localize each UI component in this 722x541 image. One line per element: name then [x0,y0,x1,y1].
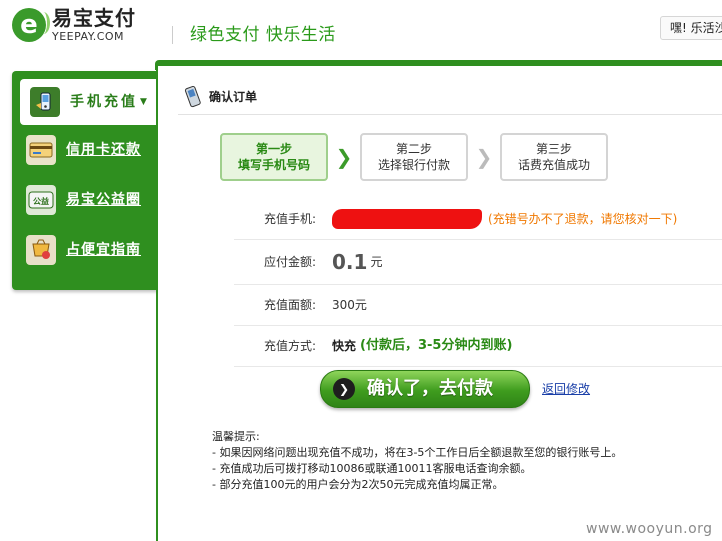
svg-text:公益: 公益 [33,196,49,206]
sidebar-item-guide[interactable]: 占便宜指南 [12,227,158,273]
slogan: 绿色支付 快乐生活 [190,25,336,45]
amount-row: 应付金额: 0.1 元 [234,240,722,285]
phone-row: 充值手机: (充错号办不了退款，请您核对一下) [234,199,722,240]
pay-button-label: 确认了，去付款 [367,378,493,399]
arrow-right-icon: ❯ [333,378,355,400]
sidebar-item-charity[interactable]: 公益 易宝公益圈 [12,177,158,223]
panel-header: 确认订单 [182,86,257,108]
amount-unit: 元 [370,255,383,269]
face-value-label: 充值面额: [264,298,317,312]
amount-label: 应付金额: [264,255,317,269]
logo-text-en[interactable]: YEEPAY.COM [52,31,124,43]
amount-value: 0.1 [332,250,368,274]
tip-item: - 如果因网络问题出现充值不成功，将在3-5个工作日后全额退款至您的银行账号上。 [212,446,623,459]
chevron-right-icon: ❯ [335,145,353,169]
logo-text-cn[interactable]: 易宝支付 [52,6,136,30]
order-details: 充值手机: (充错号办不了退款，请您核对一下) 应付金额: 0.1 元 充值面额… [234,199,722,367]
slogan-divider [172,26,173,44]
tip-item: - 部分充值100元的用户会分为2次50元完成充值均属正常。 [212,478,504,491]
sidebar-item-mobile-recharge[interactable]: 手机充值 ▼ [20,79,158,125]
order-confirm-panel: 确认订单 第一步 填写手机号码 ❯ 第二步 选择银行付款 ❯ 第三步 话费充值成… [156,66,722,541]
sidebar-item-label: 占便宜指南 [66,242,141,258]
step-3: 第三步 话费充值成功 [500,133,608,181]
step-2: 第二步 选择银行付款 [360,133,468,181]
face-value: 300元 [332,298,367,312]
chevron-right-icon: ❯ [475,145,493,169]
step-number: 第一步 [255,142,292,156]
charity-icon: 公益 [26,185,56,215]
phone-icon [184,86,201,108]
guide-icon [26,235,56,265]
back-edit-link[interactable]: 返回修改 [542,381,590,397]
step-1: 第一步 填写手机号码 [220,133,328,181]
mobile-phone-icon [30,87,60,117]
chevron-down-icon: ▼ [140,97,147,107]
progress-steps: 第一步 填写手机号码 ❯ 第二步 选择银行付款 ❯ 第三步 话费充值成功 [220,133,608,181]
face-value-row: 充值面额: 300元 [234,285,722,326]
step-label: 话费充值成功 [517,158,590,172]
user-greeting[interactable]: 嘿! 乐活沙 [660,16,722,40]
tips-box: 温馨提示: - 如果因网络问题出现充值不成功，将在3-5个工作日后全额退款至您的… [212,429,622,493]
step-number: 第三步 [535,142,572,156]
page-title: 确认订单 [209,90,258,104]
method-note: (付款后，3-5分钟内到账) [360,338,513,353]
page-header: e 易宝支付 YEEPAY.COM 绿色支付 快乐生活 嘿! 乐活沙 [0,0,722,66]
step-number: 第二步 [395,142,432,156]
phone-warning: (充错号办不了退款，请您核对一下) [488,212,678,226]
sidebar-item-credit-card[interactable]: 信用卡还款 [12,127,158,173]
divider [178,114,722,115]
tips-title: 温馨提示: [212,430,260,443]
sidebar: 手机充值 ▼ 信用卡还款 公益 易宝公益圈 占便宜指南 [12,71,158,290]
step-label: 选择银行付款 [377,158,450,172]
phone-label: 充值手机: [264,212,317,226]
method-value: 快充 [332,339,357,353]
watermark: www.wooyun.org [586,521,713,537]
method-row: 充值方式: 快充 (付款后，3-5分钟内到账) [234,326,722,367]
sidebar-item-label: 信用卡还款 [66,142,141,158]
yeepay-logo-icon[interactable]: e [12,8,50,42]
confirm-pay-button[interactable]: ❯ 确认了，去付款 [320,370,530,408]
credit-card-icon [26,135,56,165]
redacted-phone-number [332,209,482,229]
sidebar-item-label: 手机充值 [70,94,138,110]
method-label: 充值方式: [264,339,317,353]
step-label: 填写手机号码 [237,158,310,172]
tip-item: - 充值成功后可拨打移动10086或联通10011客服电话查询余额。 [212,462,532,475]
sidebar-item-label: 易宝公益圈 [66,192,141,208]
